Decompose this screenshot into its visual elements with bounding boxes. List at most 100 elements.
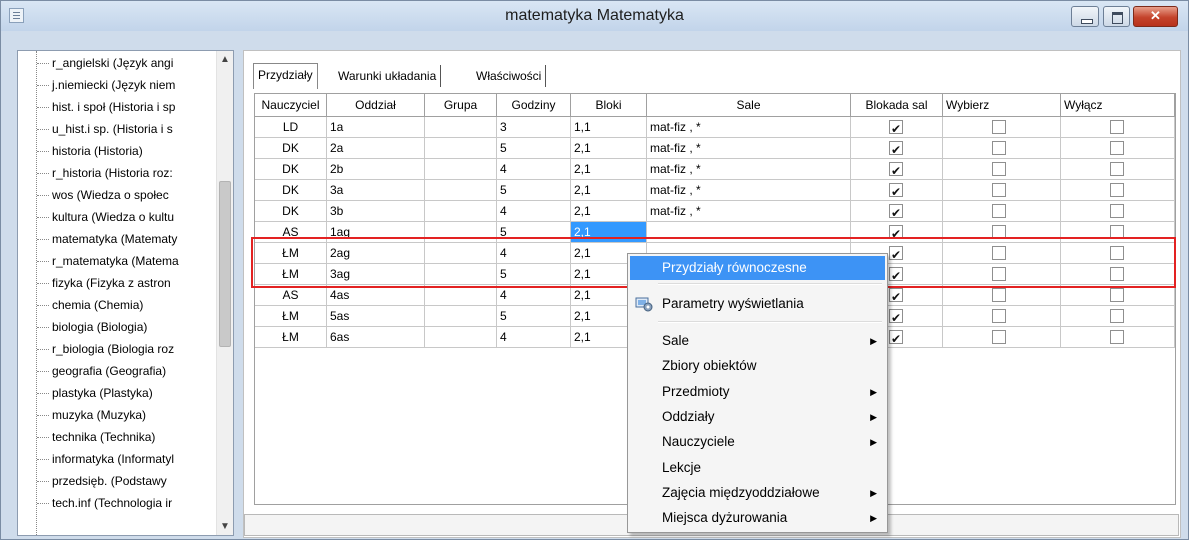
menu-item[interactable]: Zbiory obiektów — [630, 354, 885, 378]
checkbox[interactable] — [992, 309, 1006, 323]
checkbox[interactable] — [1110, 225, 1124, 239]
cell-godziny[interactable]: 4 — [497, 243, 571, 264]
tree-item[interactable]: u_hist.i sp. (Historia i s — [34, 119, 224, 139]
tree-item[interactable]: plastyka (Plastyka) — [34, 383, 224, 403]
checkbox[interactable] — [889, 119, 903, 137]
checkbox-cell-wybierz[interactable] — [943, 285, 1061, 306]
checkbox[interactable] — [992, 246, 1006, 260]
tree-item[interactable]: r_matematyka (Matema — [34, 251, 224, 271]
checkbox[interactable] — [992, 183, 1006, 197]
cell-sale[interactable]: mat-fiz , * — [647, 117, 851, 138]
checkbox[interactable] — [1110, 246, 1124, 260]
checkbox-cell-blokada[interactable] — [851, 117, 943, 138]
checkbox[interactable] — [1110, 288, 1124, 302]
cell-bloki[interactable]: 2,1 — [571, 138, 647, 159]
tree-item[interactable]: hist. i społ (Historia i sp — [34, 97, 224, 117]
tree-item[interactable]: muzyka (Muzyka) — [34, 405, 224, 425]
checkbox[interactable] — [889, 182, 903, 200]
checkbox[interactable] — [1110, 162, 1124, 176]
cell-godziny[interactable]: 5 — [497, 222, 571, 243]
cell-bloki[interactable]: 2,1 — [571, 201, 647, 222]
column-header[interactable]: Oddział — [327, 94, 425, 117]
checkbox[interactable] — [992, 141, 1006, 155]
checkbox-cell-wybierz[interactable] — [943, 306, 1061, 327]
checkbox[interactable] — [889, 245, 903, 263]
checkbox-cell-blokada[interactable] — [851, 180, 943, 201]
column-header[interactable]: Godziny — [497, 94, 571, 117]
cell-nauczyciel[interactable]: ŁM — [255, 264, 327, 285]
table-row[interactable]: AS 1ag 5 2,1 — [255, 222, 1175, 243]
cell-oddzial[interactable]: 3a — [327, 180, 425, 201]
checkbox-cell-wylacz[interactable] — [1061, 159, 1175, 180]
checkbox[interactable] — [889, 203, 903, 221]
cell-godziny[interactable]: 5 — [497, 180, 571, 201]
checkbox[interactable] — [889, 329, 903, 347]
checkbox-cell-wybierz[interactable] — [943, 180, 1061, 201]
tab-przydzialy[interactable]: Przydziały — [253, 63, 318, 89]
checkbox[interactable] — [992, 330, 1006, 344]
checkbox-cell-blokada[interactable] — [851, 222, 943, 243]
cell-nauczyciel[interactable]: ŁM — [255, 243, 327, 264]
checkbox-cell-wybierz[interactable] — [943, 327, 1061, 348]
checkbox-cell-blokada[interactable] — [851, 159, 943, 180]
cell-nauczyciel[interactable]: AS — [255, 285, 327, 306]
column-header[interactable]: Nauczyciel — [255, 94, 327, 117]
menu-item[interactable]: Oddziały ▶ — [630, 405, 885, 429]
checkbox-cell-wybierz[interactable] — [943, 264, 1061, 285]
tab-warunki-ukladania[interactable]: Warunki układania — [334, 65, 442, 87]
cell-oddzial[interactable]: 5as — [327, 306, 425, 327]
checkbox-cell-wybierz[interactable] — [943, 117, 1061, 138]
scroll-down-icon[interactable]: ▼ — [217, 518, 233, 535]
checkbox-cell-wylacz[interactable] — [1061, 201, 1175, 222]
checkbox[interactable] — [1110, 267, 1124, 281]
cell-grupa[interactable] — [425, 306, 497, 327]
cell-oddzial[interactable]: 3ag — [327, 264, 425, 285]
cell-sale[interactable]: mat-fiz , * — [647, 159, 851, 180]
checkbox[interactable] — [889, 287, 903, 305]
column-header[interactable]: Wybierz — [943, 94, 1061, 117]
table-row[interactable]: DK 3b 4 2,1 mat-fiz , * — [255, 201, 1175, 222]
checkbox[interactable] — [889, 308, 903, 326]
table-row[interactable]: DK 2a 5 2,1 mat-fiz , * — [255, 138, 1175, 159]
cell-nauczyciel[interactable]: ŁM — [255, 327, 327, 348]
cell-godziny[interactable]: 5 — [497, 306, 571, 327]
menu-item[interactable]: Miejsca dyżurowania ▶ — [630, 506, 885, 530]
column-header[interactable]: Blokada sal — [851, 94, 943, 117]
cell-godziny[interactable]: 4 — [497, 285, 571, 306]
cell-grupa[interactable] — [425, 201, 497, 222]
checkbox[interactable] — [1110, 183, 1124, 197]
tree-item[interactable]: chemia (Chemia) — [34, 295, 224, 315]
tree-item[interactable]: informatyka (Informatyl — [34, 449, 224, 469]
cell-grupa[interactable] — [425, 117, 497, 138]
checkbox[interactable] — [1110, 330, 1124, 344]
checkbox-cell-wylacz[interactable] — [1061, 285, 1175, 306]
cell-oddzial[interactable]: 4as — [327, 285, 425, 306]
checkbox[interactable] — [889, 224, 903, 242]
checkbox[interactable] — [992, 267, 1006, 281]
cell-oddzial[interactable]: 2a — [327, 138, 425, 159]
cell-sale[interactable]: mat-fiz , * — [647, 180, 851, 201]
checkbox-cell-blokada[interactable] — [851, 201, 943, 222]
tree-item[interactable]: kultura (Wiedza o kultu — [34, 207, 224, 227]
checkbox-cell-blokada[interactable] — [851, 138, 943, 159]
column-header[interactable]: Bloki — [571, 94, 647, 117]
cell-nauczyciel[interactable]: ŁM — [255, 306, 327, 327]
menu-item[interactable]: Parametry wyświetlania — [630, 292, 885, 316]
tree-item[interactable]: fizyka (Fizyka z astron — [34, 273, 224, 293]
tree-item[interactable]: przedsięb. (Podstawy — [34, 471, 224, 491]
checkbox-cell-wybierz[interactable] — [943, 138, 1061, 159]
checkbox[interactable] — [1110, 141, 1124, 155]
cell-sale[interactable] — [647, 222, 851, 243]
tree-item[interactable]: biologia (Biologia) — [34, 317, 224, 337]
menu-item[interactable]: Przydziały równoczesne — [630, 256, 885, 280]
maximize-button[interactable] — [1103, 6, 1130, 27]
checkbox-cell-wylacz[interactable] — [1061, 306, 1175, 327]
cell-grupa[interactable] — [425, 159, 497, 180]
checkbox[interactable] — [889, 266, 903, 284]
tree-item[interactable]: r_biologia (Biologia roz — [34, 339, 224, 359]
cell-grupa[interactable] — [425, 222, 497, 243]
checkbox[interactable] — [992, 204, 1006, 218]
cell-bloki[interactable]: 2,1 — [571, 159, 647, 180]
cell-oddzial[interactable]: 6as — [327, 327, 425, 348]
checkbox-cell-wylacz[interactable] — [1061, 117, 1175, 138]
